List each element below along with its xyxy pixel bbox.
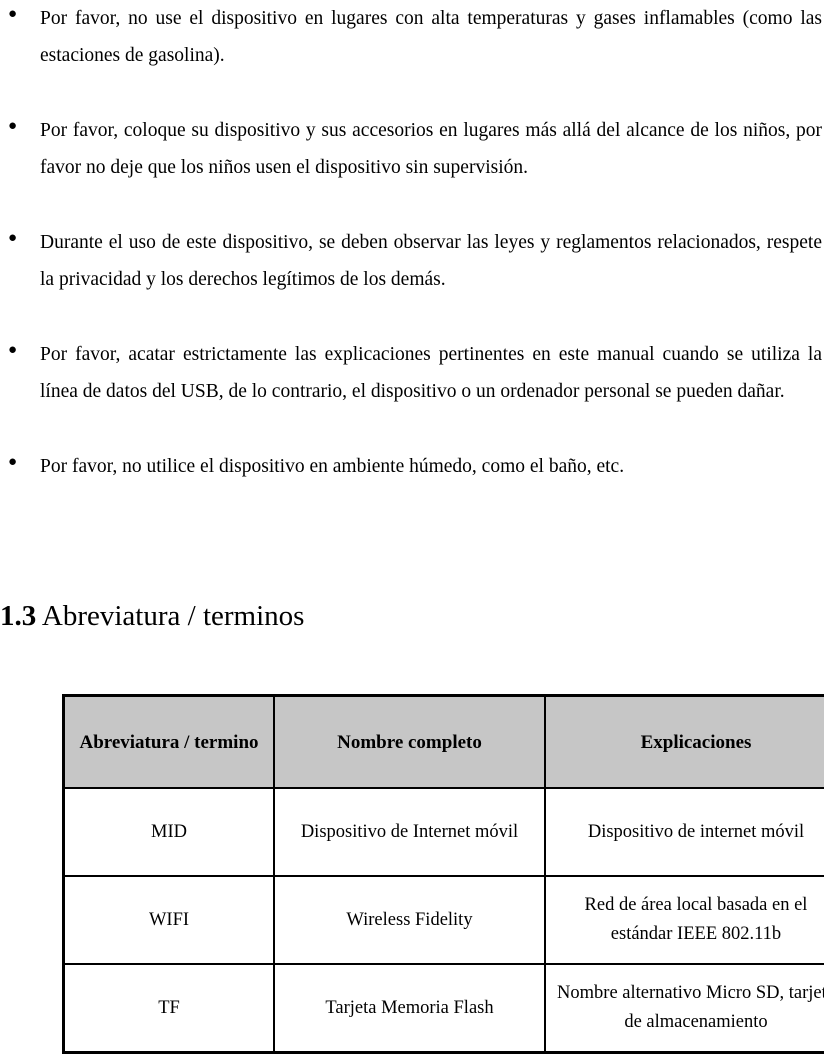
bullet-icon: ● xyxy=(8,342,18,358)
cell-abbreviation: MID xyxy=(65,789,275,877)
list-item-text: Durante el uso de este dispositivo, se d… xyxy=(40,232,822,290)
list-item: ● Por favor, acatar estrictamente las ex… xyxy=(0,336,824,410)
list-item: ● Por favor, no utilice el dispositivo e… xyxy=(0,448,824,485)
cell-full-name: Tarjeta Memoria Flash xyxy=(275,965,546,1053)
cell-abbreviation: WIFI xyxy=(65,877,275,965)
list-item: ● Por favor, no use el dispositivo en lu… xyxy=(0,0,824,74)
table-header-row: Abreviatura / termino Nombre completo Ex… xyxy=(65,697,824,789)
bullet-icon: ● xyxy=(8,6,18,22)
table-row: WIFI Wireless Fidelity Red de área local… xyxy=(65,877,824,965)
cell-full-name: Dispositivo de Internet móvil xyxy=(275,789,546,877)
safety-bullet-list: ● Por favor, no use el dispositivo en lu… xyxy=(0,0,824,485)
list-item-text: Por favor, no utilice el dispositivo en … xyxy=(40,456,625,477)
cell-explanation: Dispositivo de internet móvil xyxy=(546,789,824,877)
document-page: ● Por favor, no use el dispositivo en lu… xyxy=(0,0,824,1054)
page-title: Abreviatura / terminos xyxy=(41,600,305,632)
list-item-text: Por favor, acatar estrictamente las expl… xyxy=(40,344,822,402)
cell-abbreviation: TF xyxy=(65,965,275,1053)
table-header: Abreviatura / termino Nombre completo Ex… xyxy=(65,697,824,789)
list-item-text: Por favor, coloque su dispositivo y sus … xyxy=(40,120,822,178)
bullet-icon: ● xyxy=(8,230,18,246)
list-item-text: Por favor, no use el dispositivo en luga… xyxy=(40,8,822,66)
cell-full-name: Wireless Fidelity xyxy=(275,877,546,965)
cell-explanation: Red de área local basada en el estándar … xyxy=(546,877,824,965)
cell-explanation: Nombre alternativo Micro SD, tarjeta de … xyxy=(546,965,824,1053)
bullet-icon: ● xyxy=(8,454,18,470)
bullet-icon: ● xyxy=(8,118,18,134)
abbreviation-table: Abreviatura / termino Nombre completo Ex… xyxy=(62,694,824,1054)
list-item: ● Durante el uso de este dispositivo, se… xyxy=(0,224,824,298)
column-header-explanations: Explicaciones xyxy=(546,697,824,789)
table-row: MID Dispositivo de Internet móvil Dispos… xyxy=(65,789,824,877)
column-header-abbreviation: Abreviatura / termino xyxy=(65,697,275,789)
section-number: 1.3 xyxy=(0,600,37,632)
column-header-full-name: Nombre completo xyxy=(275,697,546,789)
list-item: ● Por favor, coloque su dispositivo y su… xyxy=(0,112,824,186)
table-body: MID Dispositivo de Internet móvil Dispos… xyxy=(65,789,824,1053)
table-row: TF Tarjeta Memoria Flash Nombre alternat… xyxy=(65,965,824,1053)
section-heading: 1.3 Abreviatura / terminos xyxy=(0,598,304,634)
abbreviation-table-container: Abreviatura / termino Nombre completo Ex… xyxy=(62,694,824,1054)
